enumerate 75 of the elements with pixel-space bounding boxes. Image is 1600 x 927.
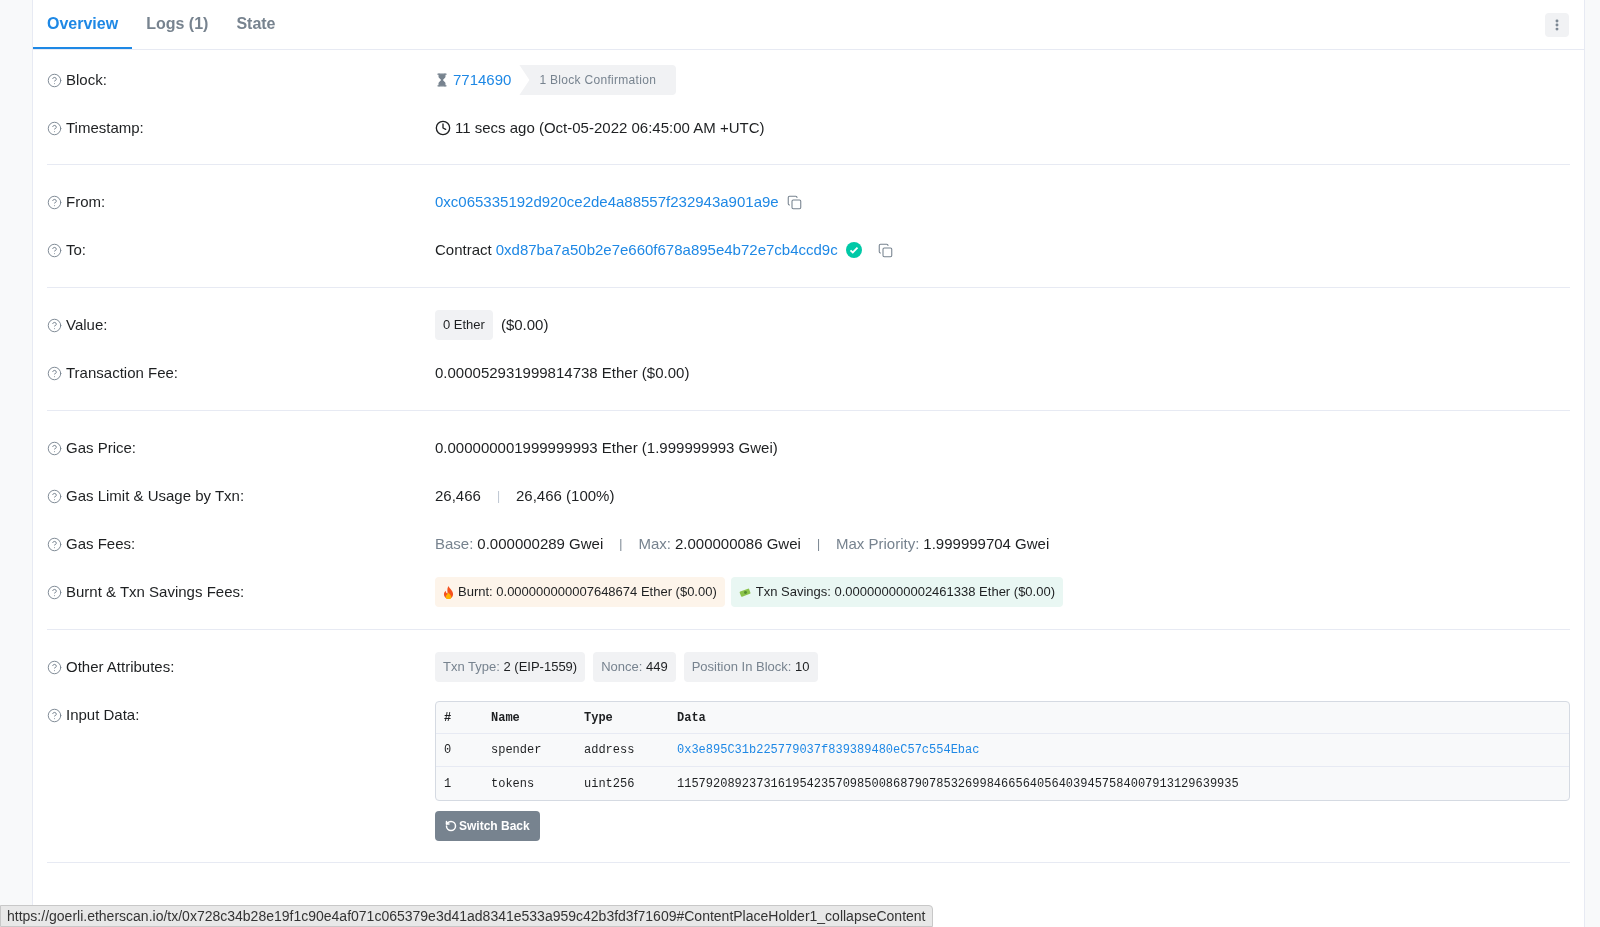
flame-icon: [443, 585, 454, 599]
undo-icon: [445, 820, 457, 832]
clock-icon: [435, 120, 451, 136]
amount-badge: 0 Ether: [435, 310, 493, 340]
address-link[interactable]: 0xc065335192d920ce2de4a88557f232943a901a9e: [435, 190, 779, 214]
attribute-badge: Txn Type: 2 (EIP-1559): [435, 652, 586, 682]
help-icon[interactable]: [47, 488, 62, 504]
field-label: Other Attributes:: [66, 656, 175, 677]
field-label: Burnt & Txn Savings Fees:: [66, 581, 245, 602]
tab[interactable]: Overview: [33, 0, 133, 49]
help-icon[interactable]: [47, 659, 62, 675]
field-label: Transaction Fee:: [66, 362, 178, 383]
fee-label: Base:: [435, 533, 474, 554]
separator: |: [816, 536, 820, 553]
help-icon[interactable]: [47, 317, 62, 333]
confirmation-badge: 1 Block Confirmation: [519, 65, 677, 95]
burnt-text: Burnt: 0.000000000007648674 Ether ($0.00): [458, 583, 717, 602]
separator: |: [619, 536, 623, 553]
fee-label: Max Priority:: [836, 533, 920, 554]
attribute-badge: Nonce: 449: [593, 652, 676, 682]
field-label: Timestamp:: [66, 117, 144, 138]
column-header: #: [443, 709, 453, 727]
field-label: Gas Limit & Usage by Txn:: [66, 485, 245, 506]
gas-usage: 26,466 (100%): [516, 485, 615, 506]
table-cell-text: 1: [443, 775, 453, 793]
more-options-button[interactable]: [1545, 12, 1569, 37]
table-cell-text: 0: [443, 742, 453, 759]
help-icon[interactable]: [47, 120, 62, 136]
field-label: Gas Price:: [66, 437, 137, 458]
help-icon[interactable]: [47, 440, 62, 456]
help-icon[interactable]: [47, 72, 62, 88]
savings-text: Txn Savings: 0.000000000002461338 Ether ($0.00): [755, 583, 1055, 602]
hourglass-icon: [435, 73, 449, 87]
fee-value: 0.000000289 Gwei: [477, 533, 604, 554]
contract-label: Contract: [435, 239, 492, 260]
field-label: Value:: [66, 314, 108, 335]
column-header: Type: [584, 709, 614, 727]
attribute-badge: Position In Block: 10: [683, 652, 818, 682]
column-header: Data: [677, 709, 706, 727]
copy-icon[interactable]: [786, 194, 802, 210]
copy-icon[interactable]: [877, 242, 893, 258]
help-icon[interactable]: [47, 707, 62, 723]
table-cell-text: tokens: [491, 775, 536, 793]
table-cell-text: spender: [491, 742, 543, 759]
help-icon[interactable]: [47, 242, 62, 258]
value-text: 0.000052931999814738 Ether ($0.00): [435, 362, 690, 383]
value-text: 0.000000001999999993 Ether (1.999999993 Gwei): [435, 437, 778, 458]
help-icon[interactable]: [47, 584, 62, 600]
field-label: Input Data:: [66, 705, 140, 725]
fee-value: 1.999999704 Gwei: [923, 533, 1050, 554]
field-label: Block:: [66, 69, 107, 90]
table-cell-text: 115792089237316195423570985008687907853269984665640564039457584007913129639935: [677, 775, 1239, 793]
money-icon: [738, 586, 752, 598]
switch-back-button[interactable]: Switch Back: [435, 811, 540, 841]
timestamp-text: 11 secs ago (Oct-05-2022 06:45:00 AM +UTC): [455, 117, 765, 138]
field-label: Gas Fees:: [66, 533, 136, 554]
help-icon[interactable]: [47, 536, 62, 552]
table-cell-text: address: [584, 742, 636, 759]
tab[interactable]: State: [222, 0, 290, 49]
help-icon[interactable]: [47, 365, 62, 381]
gas-limit: 26,466: [435, 485, 481, 506]
help-icon[interactable]: [47, 194, 62, 210]
fee-value: 2.000000086 Gwei: [674, 533, 801, 554]
block-link[interactable]: 7714690: [453, 68, 512, 92]
address-link[interactable]: 0xd87ba7a50b2e7e660f678a895e4b72e7cb4ccd9c: [495, 238, 838, 262]
tab[interactable]: Logs (1): [132, 0, 223, 49]
column-header: Name: [491, 709, 521, 727]
separator: |: [496, 488, 500, 505]
field-label: To:: [66, 239, 86, 260]
fee-label: Max:: [638, 533, 671, 554]
field-label: From:: [66, 191, 106, 212]
status-bar: https://goerli.etherscan.io/tx/0x728c34b28e19f1c90e4af071c065379e3d41ad8341e533a959c42b3fd3f71609#ContentPlaceHolder1_collapseContent: [0, 905, 933, 927]
table-cell-text: uint256: [584, 775, 636, 793]
usd-value: ($0.00): [500, 314, 549, 335]
address-link[interactable]: 0x3e895C31b225779037f839389480eC57c554Ebac: [677, 741, 980, 759]
